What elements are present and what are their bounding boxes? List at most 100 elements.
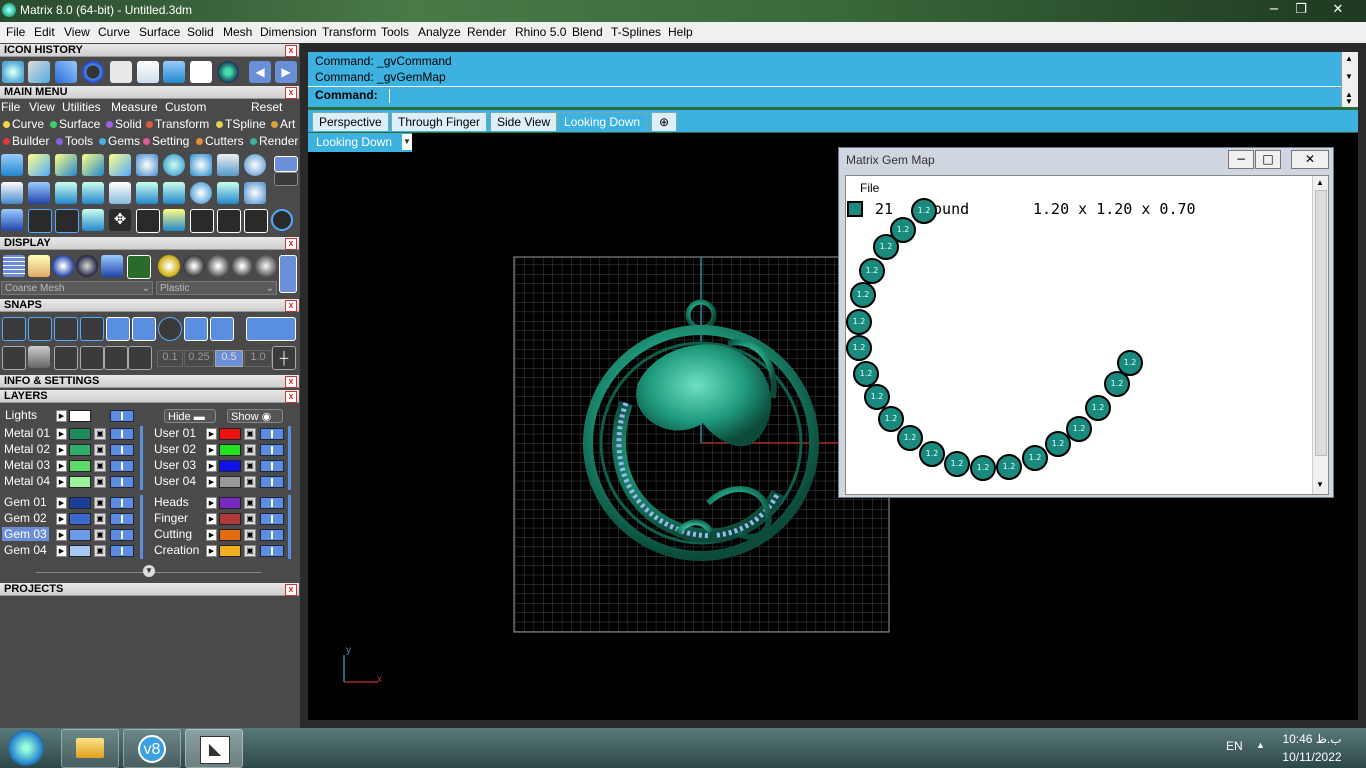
- document-copy-icon[interactable]: [137, 61, 159, 83]
- lock-icon[interactable]: ▣: [244, 513, 256, 525]
- material-options-icon[interactable]: [255, 255, 277, 277]
- layer-color-swatch[interactable]: [69, 476, 91, 488]
- mm-view[interactable]: View: [29, 100, 55, 114]
- expand-icon[interactable]: ▶: [56, 428, 67, 440]
- display-header[interactable]: DISPLAY x: [0, 237, 299, 250]
- mm-utilities[interactable]: Utilities: [62, 100, 101, 114]
- gem-marker[interactable]: 1.2: [1117, 350, 1143, 376]
- page-tool-icon[interactable]: [109, 182, 131, 204]
- close-icon[interactable]: ✕: [1291, 150, 1329, 169]
- layer-color-swatch[interactable]: [69, 529, 91, 541]
- layer-visibility-toggle[interactable]: [260, 428, 284, 440]
- line-snap-icon[interactable]: [54, 346, 78, 370]
- snap-end-icon[interactable]: [2, 317, 26, 341]
- layer-color-swatch[interactable]: [219, 460, 241, 472]
- expand-icon[interactable]: ▶: [206, 460, 217, 472]
- mesh-select[interactable]: Coarse Mesh ⌄: [1, 281, 153, 295]
- snap-point-icon[interactable]: [54, 317, 78, 341]
- gem-marker[interactable]: 1.2: [846, 309, 872, 335]
- icon-history-header[interactable]: ICON HISTORY x: [0, 44, 299, 57]
- command-scrollbar[interactable]: ▲ ▼ ▲ ▼: [1341, 52, 1358, 107]
- close-icon[interactable]: x: [285, 87, 297, 99]
- layer-visibility-toggle[interactable]: [260, 497, 284, 509]
- hide-button[interactable]: Hide ▬: [164, 409, 216, 423]
- arc-tool-icon[interactable]: [28, 209, 52, 233]
- oval-gem-icon[interactable]: [163, 154, 185, 176]
- shaded-icon[interactable]: [52, 255, 74, 277]
- lock-icon[interactable]: ▣: [244, 476, 256, 488]
- layer-color-swatch[interactable]: [69, 444, 91, 456]
- layer-color-swatch[interactable]: [219, 476, 241, 488]
- gem-marker[interactable]: 1.2: [1085, 395, 1111, 421]
- layer-visibility-toggle[interactable]: [260, 460, 284, 472]
- gem-map-scrollbar[interactable]: ▲ ▼: [1312, 176, 1328, 494]
- lights-visibility-toggle[interactable]: [110, 410, 134, 422]
- layer-visibility-toggle[interactable]: [260, 513, 284, 525]
- globe-icon[interactable]: [217, 61, 239, 83]
- link-tool-icon[interactable]: [190, 209, 214, 233]
- layer-color-swatch[interactable]: [219, 529, 241, 541]
- close-icon[interactable]: x: [285, 238, 297, 250]
- show-button[interactable]: Show ◉: [227, 409, 283, 423]
- material-select[interactable]: Plastic ⌄: [156, 281, 277, 295]
- layer-row[interactable]: User 02 ▶ ▣: [150, 442, 295, 458]
- layer-row-selected[interactable]: Gem 03 ▶ ▣: [0, 527, 145, 543]
- layer-row[interactable]: Finger ▶ ▣: [150, 511, 295, 527]
- menu-rhino[interactable]: Rhino 5.0: [515, 25, 566, 39]
- gem-tool-icon[interactable]: [1, 154, 23, 176]
- layer-row[interactable]: Metal 02 ▶ ▣: [0, 442, 145, 458]
- snap-mid-icon[interactable]: [80, 317, 104, 341]
- gem-marker[interactable]: 1.2: [944, 451, 970, 477]
- menu-edit[interactable]: Edit: [34, 25, 55, 39]
- ring-tool-icon[interactable]: [271, 209, 293, 231]
- prong-tool-icon[interactable]: [55, 154, 77, 176]
- matrix-taskbar-button[interactable]: v8: [123, 729, 181, 768]
- lock-icon[interactable]: ▣: [244, 545, 256, 557]
- expand-icon[interactable]: ▶: [56, 529, 67, 541]
- scroll-down-icon[interactable]: ▼: [1345, 97, 1353, 106]
- clock-date[interactable]: 10/11/2022: [1278, 750, 1346, 764]
- collapse-toggle-icon[interactable]: [274, 172, 298, 186]
- expand-icon[interactable]: ▶: [56, 410, 67, 422]
- maximize-icon[interactable]: □: [1255, 150, 1281, 169]
- flower-tool-icon[interactable]: [244, 182, 266, 204]
- cat-tspline[interactable]: TSpline: [216, 117, 266, 131]
- layer-row[interactable]: Gem 02 ▶ ▣: [0, 511, 145, 527]
- menu-solid[interactable]: Solid: [187, 25, 214, 39]
- maximize-icon[interactable]: ❐: [1289, 2, 1313, 18]
- smart-track-icon[interactable]: [128, 346, 152, 370]
- cat-solid[interactable]: Solid: [106, 117, 142, 131]
- lock-icon[interactable]: ▣: [244, 529, 256, 541]
- layer-row[interactable]: Metal 01 ▶ ▣: [0, 426, 145, 442]
- grid-snap-icon[interactable]: [2, 346, 26, 370]
- cluster-tool-icon[interactable]: [244, 154, 266, 176]
- gem-marker[interactable]: 1.2: [911, 198, 937, 224]
- tab-perspective[interactable]: Perspective: [312, 112, 389, 131]
- close-icon[interactable]: x: [285, 584, 297, 596]
- menu-tools[interactable]: Tools: [381, 25, 409, 39]
- platinum-material-icon[interactable]: [207, 255, 229, 277]
- expand-icon[interactable]: ▶: [206, 428, 217, 440]
- snap-center-icon[interactable]: [106, 317, 130, 341]
- display-toggle-icon[interactable]: [279, 255, 297, 293]
- layer-row[interactable]: Metal 04 ▶ ▣: [0, 474, 145, 490]
- layer-row[interactable]: User 01 ▶ ▣: [150, 426, 295, 442]
- arrow-right-icon[interactable]: ▶: [275, 61, 297, 83]
- layer-row[interactable]: Cutting ▶ ▣: [150, 527, 295, 543]
- baguette-tool-icon[interactable]: [55, 182, 77, 204]
- close-icon[interactable]: x: [285, 300, 297, 312]
- close-icon[interactable]: x: [285, 45, 297, 57]
- ghosted-icon[interactable]: [28, 255, 50, 277]
- gem-marker[interactable]: 1.2: [970, 455, 996, 481]
- display-mode-icon[interactable]: [101, 255, 123, 277]
- menu-dimension[interactable]: Dimension: [260, 25, 317, 39]
- snap-tan-icon[interactable]: [210, 317, 234, 341]
- menu-file[interactable]: File: [6, 25, 25, 39]
- channel-tool-icon[interactable]: [217, 182, 239, 204]
- cat-tools[interactable]: Tools: [56, 134, 93, 148]
- splitter[interactable]: [300, 43, 308, 728]
- snap-value-3[interactable]: 0.5: [215, 350, 243, 367]
- gem-marker[interactable]: 1.2: [850, 282, 876, 308]
- box-tool-icon[interactable]: [1, 209, 23, 231]
- lock-icon[interactable]: ▣: [94, 428, 106, 440]
